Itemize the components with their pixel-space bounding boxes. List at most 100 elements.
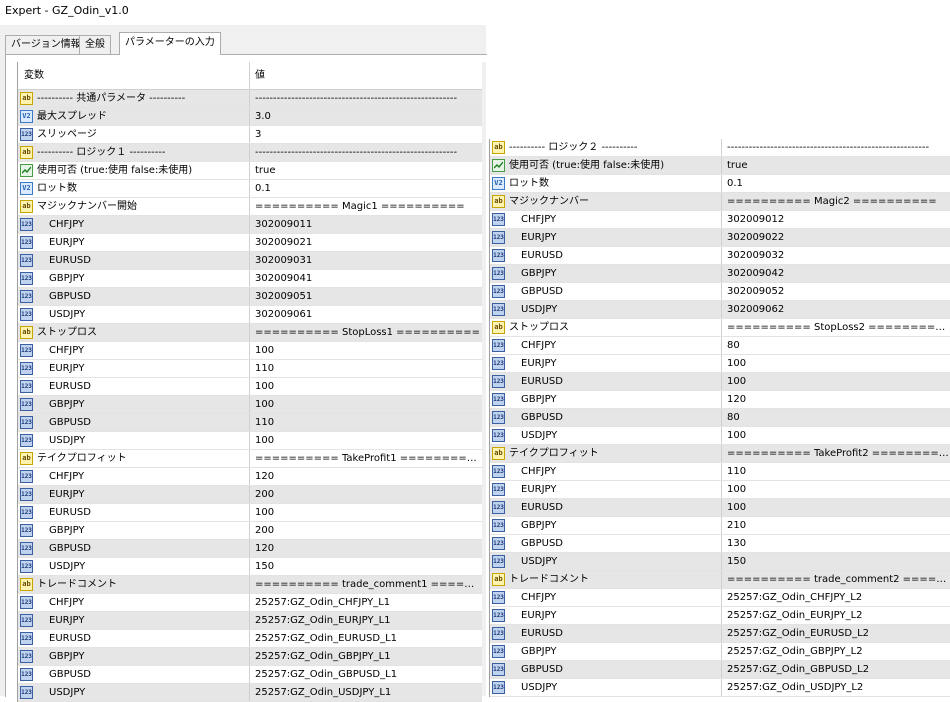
parameter-value[interactable]: 302009022 [723, 229, 950, 246]
parameter-row[interactable]: 123 GBPUSD 130 [490, 535, 950, 553]
parameter-row[interactable]: V2 最大スプレッド 3.0 [18, 108, 482, 126]
column-header-variable[interactable]: 変数 [18, 62, 250, 89]
parameter-name-cell[interactable]: 123 EURUSD [490, 373, 722, 390]
parameter-value[interactable]: 100 [251, 504, 482, 521]
parameter-value[interactable]: 302009042 [723, 265, 950, 282]
parameter-name-cell[interactable]: V2 最大スプレッド [18, 108, 250, 125]
parameter-row[interactable]: 123 EURJPY 100 [490, 355, 950, 373]
parameter-value[interactable]: ========== StopLoss2 ========== [723, 319, 950, 336]
parameter-value[interactable]: 210 [723, 517, 950, 534]
parameter-value[interactable]: 100 [251, 396, 482, 413]
parameter-row[interactable]: ab トレードコメント ========== trade_comment1 ====… [18, 576, 482, 594]
parameter-row[interactable]: 123 EURUSD 302009032 [490, 247, 950, 265]
parameter-row[interactable]: 123 EURJPY 100 [490, 481, 950, 499]
parameter-row[interactable]: 123 スリッページ 3 [18, 126, 482, 144]
parameter-name-cell[interactable]: 123 CHFJPY [18, 594, 250, 611]
parameter-value[interactable]: 150 [251, 558, 482, 575]
parameter-name-cell[interactable]: ab ストップロス [490, 319, 722, 336]
parameter-row[interactable]: V2 ロット数 0.1 [18, 180, 482, 198]
parameter-name-cell[interactable]: 123 GBPUSD [18, 414, 250, 431]
parameter-name-cell[interactable]: 123 GBPUSD [18, 666, 250, 683]
parameter-name-cell[interactable]: ab ---------- ロジック２ ---------- [490, 139, 722, 156]
parameter-name-cell[interactable]: 123 CHFJPY [18, 468, 250, 485]
parameter-value[interactable]: 25257:GZ_Odin_EURUSD_L1 [251, 630, 482, 647]
parameter-row[interactable]: 123 CHFJPY 302009011 [18, 216, 482, 234]
parameter-name-cell[interactable]: 123 GBPJPY [490, 391, 722, 408]
parameter-row[interactable]: 123 GBPUSD 302009052 [490, 283, 950, 301]
parameter-value[interactable]: ----------------------------------------… [251, 144, 482, 161]
parameter-name-cell[interactable]: 123 USDJPY [490, 679, 722, 696]
parameter-name-cell[interactable]: 123 GBPJPY [490, 517, 722, 534]
parameter-row[interactable]: ab ストップロス ========== StopLoss1 ========== [18, 324, 482, 342]
parameter-value[interactable]: true [251, 162, 482, 179]
parameter-name-cell[interactable]: 123 スリッページ [18, 126, 250, 143]
parameter-row[interactable]: 123 GBPJPY 302009042 [490, 265, 950, 283]
parameter-row[interactable]: 123 CHFJPY 302009012 [490, 211, 950, 229]
parameter-name-cell[interactable]: ab テイクプロフィット [18, 450, 250, 467]
parameter-name-cell[interactable]: ab トレードコメント [18, 576, 250, 593]
parameter-value[interactable]: 302009032 [723, 247, 950, 264]
parameter-name-cell[interactable]: ab マジックナンバー [490, 193, 722, 210]
parameter-value[interactable]: 100 [723, 427, 950, 444]
parameter-value[interactable]: 0.1 [723, 175, 950, 192]
parameter-row[interactable]: 123 GBPUSD 80 [490, 409, 950, 427]
parameter-value[interactable]: 302009012 [723, 211, 950, 228]
column-header-value[interactable]: 値 [251, 62, 482, 89]
parameter-name-cell[interactable]: 123 EURJPY [18, 486, 250, 503]
parameter-value[interactable]: 200 [251, 486, 482, 503]
parameter-name-cell[interactable]: 123 GBPUSD [18, 540, 250, 557]
parameter-row[interactable]: 123 USDJPY 302009061 [18, 306, 482, 324]
parameter-row[interactable]: 123 EURJPY 302009022 [490, 229, 950, 247]
parameter-value[interactable]: ========== trade_comment1 =======... [251, 576, 482, 593]
parameter-value[interactable]: 302009011 [251, 216, 482, 233]
parameter-row[interactable]: 123 EURUSD 100 [18, 378, 482, 396]
parameter-name-cell[interactable]: ab テイクプロフィット [490, 445, 722, 462]
parameter-name-cell[interactable]: 123 USDJPY [18, 558, 250, 575]
parameter-name-cell[interactable]: 123 CHFJPY [18, 216, 250, 233]
parameter-value[interactable]: 25257:GZ_Odin_GBPUSD_L2 [723, 661, 950, 678]
parameter-name-cell[interactable]: 123 CHFJPY [490, 463, 722, 480]
parameter-value[interactable]: 120 [251, 540, 482, 557]
parameter-row[interactable]: 123 EURUSD 100 [18, 504, 482, 522]
parameter-value[interactable]: ========== StopLoss1 ========== [251, 324, 482, 341]
parameter-row[interactable]: ab ---------- ロジック２ ---------- -----------… [490, 139, 950, 157]
parameter-value[interactable]: 100 [723, 499, 950, 516]
parameter-row[interactable]: 123 EURJPY 302009021 [18, 234, 482, 252]
parameter-value[interactable]: 150 [723, 553, 950, 570]
parameter-value[interactable]: 302009062 [723, 301, 950, 318]
parameter-value[interactable]: ----------------------------------------… [723, 139, 950, 156]
parameter-value[interactable]: ========== TakeProfit2 ========== [723, 445, 950, 462]
parameter-name-cell[interactable]: 123 GBPJPY [18, 270, 250, 287]
parameter-row[interactable]: ab テイクプロフィット ========== TakeProfit2 ======… [490, 445, 950, 463]
parameter-value[interactable]: 302009041 [251, 270, 482, 287]
parameter-row[interactable]: 123 GBPJPY 302009041 [18, 270, 482, 288]
parameter-name-cell[interactable]: 123 CHFJPY [490, 589, 722, 606]
parameter-name-cell[interactable]: 123 EURUSD [490, 499, 722, 516]
parameter-name-cell[interactable]: 123 GBPJPY [490, 643, 722, 660]
parameter-row[interactable]: 123 GBPUSD 120 [18, 540, 482, 558]
parameter-name-cell[interactable]: 123 EURJPY [490, 355, 722, 372]
parameter-value[interactable]: 100 [723, 481, 950, 498]
parameter-row[interactable]: 123 EURUSD 25257:GZ_Odin_EURUSD_L2 [490, 625, 950, 643]
parameter-row[interactable]: 123 EURUSD 302009031 [18, 252, 482, 270]
parameter-name-cell[interactable]: 123 GBPJPY [18, 522, 250, 539]
parameter-name-cell[interactable]: 123 EURUSD [18, 252, 250, 269]
parameter-row[interactable]: 123 USDJPY 25257:GZ_Odin_USDJPY_L2 [490, 679, 950, 697]
parameter-value[interactable]: 80 [723, 409, 950, 426]
parameter-name-cell[interactable]: 123 GBPUSD [490, 661, 722, 678]
parameter-value[interactable]: 302009061 [251, 306, 482, 323]
parameter-value[interactable]: ========== Magic2 ========== [723, 193, 950, 210]
parameter-value[interactable]: 120 [251, 468, 482, 485]
parameter-value[interactable]: 3.0 [251, 108, 482, 125]
parameter-name-cell[interactable]: 123 USDJPY [18, 306, 250, 323]
parameter-value[interactable]: 25257:GZ_Odin_CHFJPY_L1 [251, 594, 482, 611]
parameter-name-cell[interactable]: 123 GBPJPY [18, 396, 250, 413]
parameter-row[interactable]: V2 ロット数 0.1 [490, 175, 950, 193]
parameter-value[interactable]: 302009052 [723, 283, 950, 300]
parameter-row[interactable]: ab ストップロス ========== StopLoss2 ========== [490, 319, 950, 337]
parameter-row[interactable]: 123 CHFJPY 110 [490, 463, 950, 481]
parameter-row[interactable]: 123 EURJPY 110 [18, 360, 482, 378]
parameter-value[interactable]: 3 [251, 126, 482, 143]
parameter-row[interactable]: 123 CHFJPY 25257:GZ_Odin_CHFJPY_L1 [18, 594, 482, 612]
parameter-name-cell[interactable]: 123 GBPUSD [490, 409, 722, 426]
